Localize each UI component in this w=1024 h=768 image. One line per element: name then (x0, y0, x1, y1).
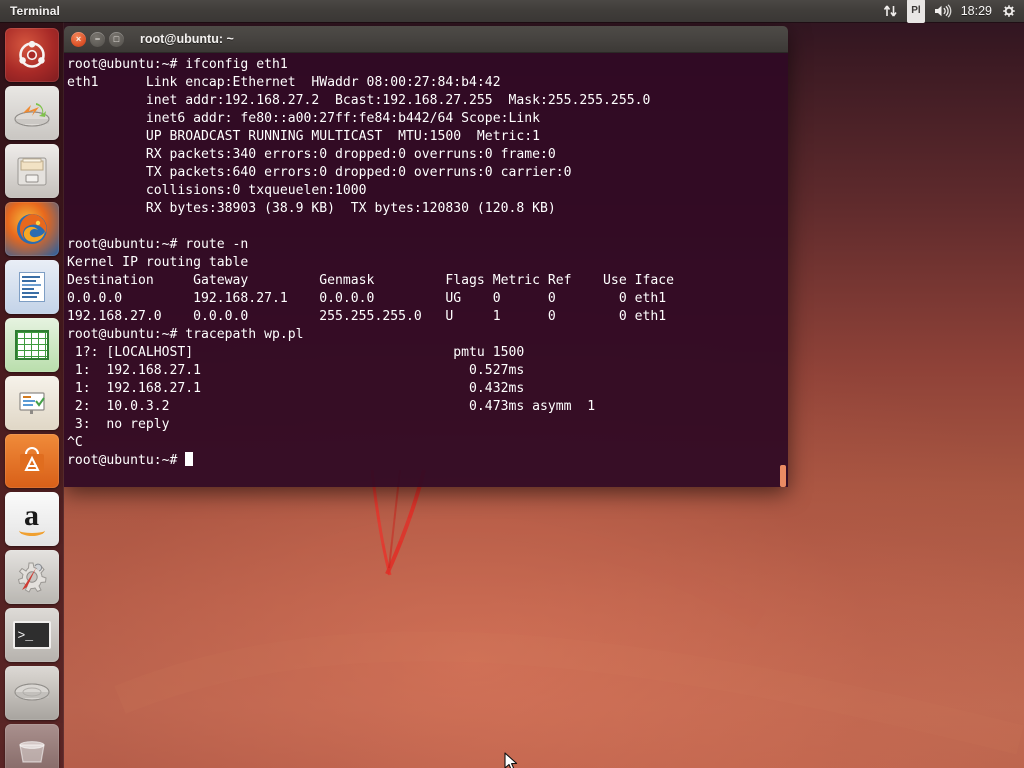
terminal-output: root@ubuntu:~# ifconfig eth1 eth1 Link e… (67, 57, 674, 468)
terminal-cursor (185, 452, 194, 466)
network-updown-icon[interactable] (883, 0, 898, 22)
top-panel: Terminal Pl 18:29 (0, 0, 1024, 23)
trash-icon (18, 741, 45, 763)
terminal-icon: >_ (12, 621, 51, 649)
unity-launcher: a >_ (0, 22, 64, 768)
gear-wrench-icon (17, 562, 47, 593)
launcher-item-trash[interactable] (4, 724, 59, 768)
launcher-item-firefox[interactable] (4, 202, 59, 256)
launcher-item-libreoffice-writer[interactable] (4, 260, 59, 314)
terminal-window[interactable]: × − □ root@ubuntu: ~ root@ubuntu:~# ifco… (64, 26, 788, 487)
hard-drive-icon (14, 683, 49, 701)
launcher-item-amazon[interactable]: a (4, 492, 59, 546)
launcher-item-software-center[interactable] (4, 434, 59, 488)
gear-icon[interactable] (1001, 0, 1016, 22)
volume-icon[interactable] (934, 0, 952, 22)
mouse-cursor-icon (504, 752, 518, 768)
panel-clock[interactable]: 18:29 (961, 0, 992, 22)
terminal-scrollbar-thumb[interactable] (780, 465, 786, 487)
disk-restore-icon (14, 103, 49, 127)
maximize-icon[interactable]: □ (109, 31, 124, 47)
launcher-item-file-manager[interactable] (4, 144, 59, 198)
firefox-icon (16, 214, 47, 244)
desktop: Terminal Pl 18:29 a >_ × − □ root@ubuntu… (0, 0, 1024, 768)
launcher-item-system-settings[interactable] (4, 550, 59, 604)
launcher-item-libreoffice-calc[interactable] (4, 318, 59, 372)
keyboard-layout-indicator[interactable]: Pl (907, 0, 925, 23)
document-icon (18, 272, 45, 302)
minimize-icon[interactable]: − (90, 31, 105, 47)
close-icon[interactable]: × (71, 31, 86, 47)
file-cabinet-icon (17, 157, 46, 186)
amazon-icon: a (18, 500, 45, 536)
panel-indicator-area: Pl 18:29 (883, 0, 1016, 23)
spreadsheet-icon (14, 330, 49, 360)
presentation-icon (18, 392, 45, 414)
launcher-item-disk-drive[interactable] (4, 666, 59, 720)
window-title-bar[interactable]: × − □ root@ubuntu: ~ (64, 26, 788, 53)
launcher-item-libreoffice-impress[interactable] (4, 376, 59, 430)
ubuntu-logo-icon (18, 40, 45, 68)
launcher-item-files-backup[interactable] (4, 86, 59, 140)
shopping-bag-icon (19, 447, 44, 473)
terminal-body[interactable]: root@ubuntu:~# ifconfig eth1 eth1 Link e… (64, 53, 788, 487)
terminal-scrollbar[interactable] (780, 53, 786, 487)
launcher-item-dash-home[interactable] (4, 28, 59, 82)
panel-app-title[interactable]: Terminal (10, 4, 60, 18)
launcher-item-terminal[interactable]: >_ (4, 608, 59, 662)
window-title: root@ubuntu: ~ (140, 32, 234, 46)
